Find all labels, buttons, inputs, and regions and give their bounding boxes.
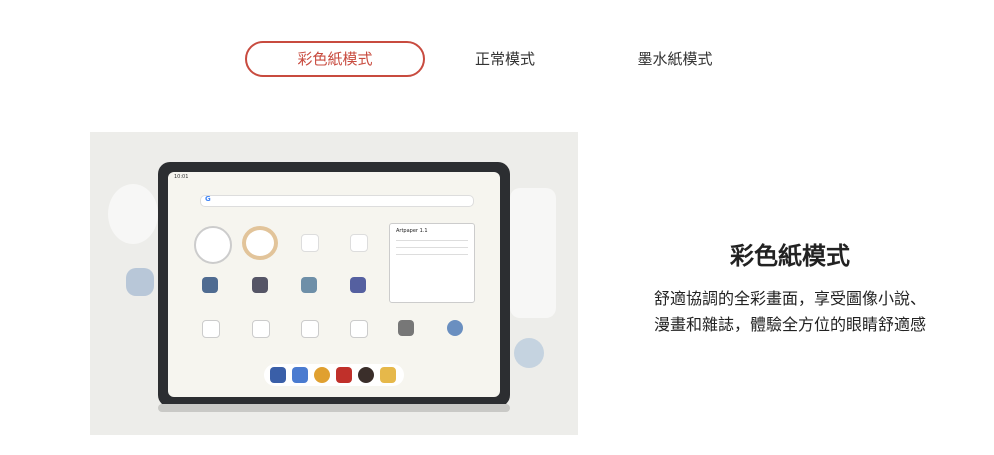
description-line-1: 舒適協調的全彩畫面，享受圖像小說、 [653, 289, 926, 308]
note-widget: Artpaper 1.1 [389, 223, 475, 303]
chrome-icon [314, 367, 330, 383]
play-store-icon [350, 320, 368, 338]
google-folder-icon [202, 320, 220, 338]
tab-ink-paper-mode[interactable]: 墨水紙模式 [610, 41, 740, 77]
photos-icon [380, 367, 396, 383]
meet-icon [252, 320, 270, 338]
google-icon: G [205, 195, 211, 203]
note-title: Artpaper 1.1 [396, 228, 428, 234]
mode-tabs: 彩色紙模式 正常模式 墨水紙模式 [0, 0, 994, 120]
switch-tablet-icon [350, 277, 366, 293]
office-icon [350, 234, 368, 252]
gmail-icon [301, 234, 319, 252]
tab-normal-mode[interactable]: 正常模式 [445, 41, 565, 77]
description-line-2: 漫畫和雜誌，體驗全方位的眼睛舒適感 [653, 315, 926, 334]
clock-app-icon [447, 320, 463, 336]
youtube-icon [336, 367, 352, 383]
mode-title: 彩色紙模式 [730, 242, 850, 270]
support-icon [301, 277, 317, 293]
background-clock-icon [514, 338, 544, 368]
messages-icon [270, 367, 286, 383]
tab-color-paper-mode[interactable]: 彩色紙模式 [245, 41, 425, 77]
mode-description: 舒適協調的全彩畫面，享受圖像小說、 漫畫和雜誌，體驗全方位的眼睛舒適感 [635, 286, 945, 338]
background-note-widget [510, 188, 556, 318]
calculator-icon [252, 277, 268, 293]
tablet-shadow [158, 404, 510, 412]
smart-manager-icon [202, 277, 218, 293]
weather-widget [242, 226, 278, 260]
tablet-screen: 10:01 G Artpaper 1.1 [168, 172, 500, 397]
assistant-icon [301, 320, 319, 338]
camera-icon [358, 367, 374, 383]
gallery-icon [292, 367, 308, 383]
search-bar: G [200, 195, 474, 207]
tablet-product-image: 10:01 G Artpaper 1.1 [90, 132, 578, 435]
app-dock [264, 364, 404, 386]
clock-widget [194, 226, 232, 264]
background-clock-widget [108, 184, 158, 244]
tablet-device: 10:01 G Artpaper 1.1 [158, 162, 510, 407]
background-app-icon [126, 268, 154, 296]
status-time: 10:01 [174, 174, 189, 180]
settings-icon [398, 320, 414, 336]
